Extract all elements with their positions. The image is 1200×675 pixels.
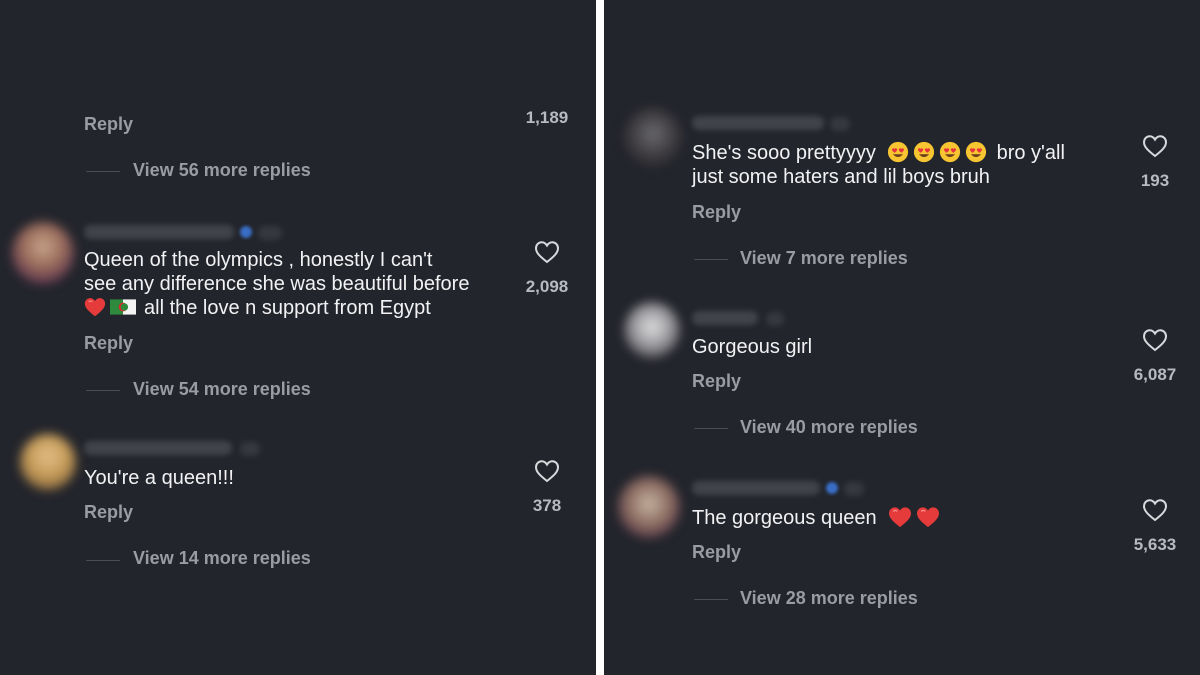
heart-outline-icon[interactable] bbox=[1142, 498, 1168, 522]
view-more-replies-button[interactable]: View 28 more replies bbox=[740, 588, 918, 609]
view-more-replies-button[interactable]: View 14 more replies bbox=[133, 548, 311, 569]
comment-item: The gorgeous queen 5,633 Reply View 28 m… bbox=[604, 0, 1200, 620]
comments-panel-left: Reply 1,189 View 56 more replies Queen o… bbox=[0, 0, 596, 675]
username-redacted[interactable] bbox=[84, 441, 232, 455]
like-count: 378 bbox=[532, 496, 562, 515]
timestamp-redacted bbox=[240, 442, 260, 456]
reply-button[interactable]: Reply bbox=[692, 542, 741, 563]
comments-panel-right: She's sooo prettyyyy bro y'all just some… bbox=[604, 0, 1200, 675]
comment-text: You're a queen!!! bbox=[84, 467, 234, 489]
comment-item: You're a queen!!! 378 Reply View 14 more… bbox=[0, 0, 596, 600]
divider-line bbox=[86, 560, 120, 561]
red-heart-emoji bbox=[888, 506, 912, 528]
like-count: 5,633 bbox=[1133, 535, 1177, 554]
red-heart-emoji bbox=[916, 506, 940, 528]
timestamp-redacted bbox=[844, 482, 864, 496]
reply-button[interactable]: Reply bbox=[84, 502, 133, 523]
divider-line bbox=[694, 599, 728, 600]
comment-text: The gorgeous queen bbox=[692, 506, 944, 530]
username-redacted[interactable] bbox=[692, 481, 820, 495]
verified-badge-icon bbox=[826, 482, 838, 494]
heart-outline-icon[interactable] bbox=[534, 459, 560, 483]
avatar[interactable] bbox=[618, 476, 680, 538]
avatar[interactable] bbox=[20, 434, 76, 490]
